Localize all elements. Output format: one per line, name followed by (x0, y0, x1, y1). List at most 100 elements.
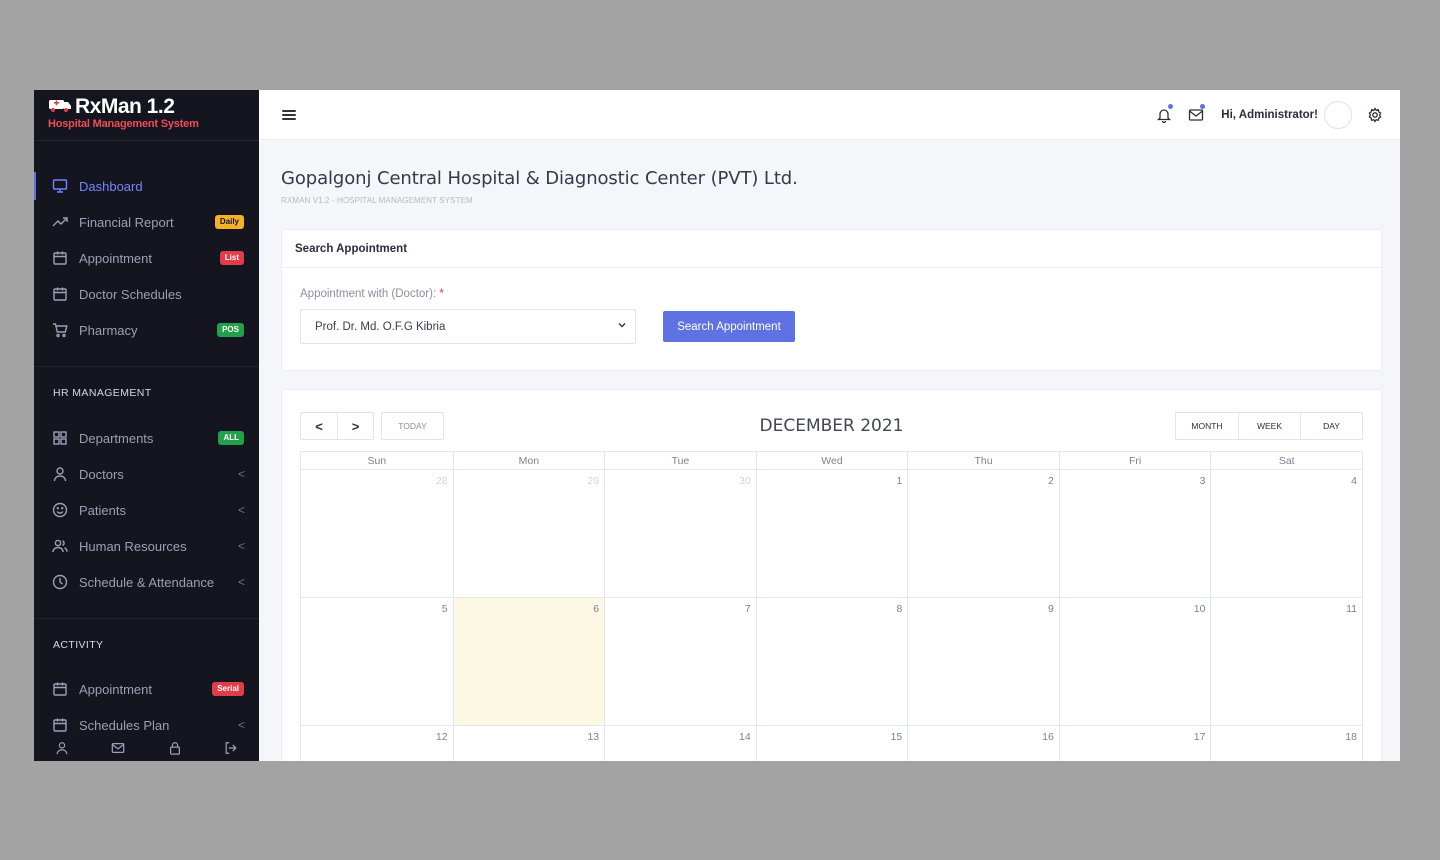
mail-icon[interactable] (111, 741, 125, 755)
day-cell[interactable]: 28 (301, 470, 453, 597)
day-cell[interactable]: 8 (755, 598, 908, 725)
chevron-left-icon: < (237, 503, 245, 517)
day-cell[interactable]: 11 (1210, 598, 1362, 725)
sidebar-item-activity-appointment[interactable]: Appointment Serial (34, 671, 259, 707)
doctor-select[interactable]: Prof. Dr. Md. O.F.G Kibria (300, 309, 636, 344)
weekday-label: Mon (452, 452, 605, 470)
topbar: Hi, Administrator! (259, 90, 1400, 140)
day-cell[interactable]: 29 (452, 470, 605, 597)
chevron-left-icon: < (237, 539, 245, 553)
search-appointment-button[interactable]: Search Appointment (663, 311, 795, 342)
sidebar-menu: Dashboard Financial Report Daily Appoint… (34, 168, 259, 743)
today-button[interactable]: TODAY (381, 412, 444, 440)
day-view-button[interactable]: DAY (1300, 413, 1362, 439)
day-cell[interactable]: 16 (907, 726, 1059, 761)
sidebar-item-label: Appointment (79, 681, 152, 697)
users-icon (52, 538, 68, 554)
day-cell[interactable]: 14 (604, 726, 756, 761)
chevron-left-icon: < (237, 718, 245, 732)
gear-icon[interactable] (1366, 106, 1384, 124)
page-subtitle: RXMAN V1.2 - HOSPITAL MANAGEMENT SYSTEM (281, 196, 473, 205)
sidebar-item-departments[interactable]: Departments ALL (34, 420, 259, 456)
calendar-grid: Sun Mon Tue Wed Thu Fri Sat 28 29 30 1 2 (300, 451, 1363, 761)
sidebar-item-patients[interactable]: Patients < (34, 492, 259, 528)
logout-icon[interactable] (224, 741, 238, 755)
day-cell[interactable]: 2 (907, 470, 1059, 597)
lock-icon[interactable] (168, 741, 182, 755)
day-cell[interactable]: 17 (1058, 726, 1211, 761)
day-cell[interactable]: 30 (604, 470, 756, 597)
bell-icon[interactable] (1155, 103, 1174, 124)
sidebar-item-schedule-attendance[interactable]: Schedule & Attendance < (34, 564, 259, 600)
sidebar-item-label: Departments (79, 430, 154, 446)
sidebar-item-appointment[interactable]: Appointment List (34, 240, 259, 276)
smile-icon (52, 502, 68, 518)
menu-toggle-icon[interactable] (282, 109, 296, 120)
serial-badge: Serial (212, 682, 244, 696)
sidebar-item-human-resources[interactable]: Human Resources < (34, 528, 259, 564)
sidebar-item-label: Schedules Plan (79, 717, 170, 733)
next-month-button[interactable]: > (337, 413, 373, 439)
view-button-group: MONTH WEEK DAY (1175, 412, 1363, 440)
monitor-icon (52, 178, 68, 194)
weekday-label: Sat (1210, 452, 1362, 470)
day-cell[interactable]: 4 (1210, 470, 1362, 597)
calendar-week: 5 6 7 8 9 10 11 (301, 598, 1362, 726)
sidebar-item-label: Human Resources (79, 538, 187, 554)
calendar-card: < > TODAY DECEMBER 2021 MONTH WEEK DAY S… (281, 389, 1382, 761)
sidebar-item-label: Financial Report (79, 214, 174, 230)
main-content: Hi, Administrator! Gopalgonj Central Hos… (259, 90, 1400, 761)
required-mark: * (439, 288, 444, 300)
sidebar-item-label: Doctor Schedules (79, 286, 182, 302)
search-appointment-card: Search Appointment Appointment with (Doc… (281, 229, 1382, 371)
sidebar-item-doctor-schedules[interactable]: Doctor Schedules (34, 276, 259, 312)
trending-up-icon (52, 214, 68, 230)
sidebar-item-label: Appointment (79, 250, 152, 266)
sidebar-item-label: Doctors (79, 466, 124, 482)
section-title-hr: HR MANAGEMENT (53, 387, 152, 399)
day-cell[interactable]: 18 (1210, 726, 1362, 761)
clock-icon (52, 574, 68, 590)
day-cell[interactable]: 9 (907, 598, 1059, 725)
sidebar-item-label: Dashboard (79, 178, 143, 194)
month-view-button[interactable]: MONTH (1176, 413, 1238, 439)
weekday-label: Tue (604, 452, 756, 470)
weekday-label: Wed (755, 452, 908, 470)
nav-button-group: < > (300, 412, 374, 440)
grid-icon (52, 430, 68, 446)
brand[interactable]: RxMan 1.2 Hospital Management System (34, 90, 259, 141)
notification-dot (1168, 103, 1174, 109)
ambulance-icon (48, 97, 72, 118)
day-cell[interactable]: 12 (301, 726, 453, 761)
day-cell[interactable]: 3 (1058, 470, 1211, 597)
sidebar-item-doctors[interactable]: Doctors < (34, 456, 259, 492)
section-title-activity: ACTIVITY (53, 639, 104, 651)
avatar[interactable] (1324, 100, 1352, 129)
prev-month-button[interactable]: < (301, 413, 337, 439)
page: Gopalgonj Central Hospital & Diagnostic … (259, 140, 1400, 761)
daily-badge: Daily (214, 215, 244, 229)
weekday-label: Sun (367, 455, 387, 467)
week-view-button[interactable]: WEEK (1238, 413, 1300, 439)
day-cell[interactable]: 13 (452, 726, 605, 761)
day-cell[interactable]: 7 (604, 598, 756, 725)
weekday-label: Thu (907, 452, 1059, 470)
weekday-label: Fri (1058, 452, 1211, 470)
day-cell[interactable]: 15 (755, 726, 908, 761)
all-badge: ALL (218, 431, 244, 445)
mail-icon[interactable] (1187, 103, 1206, 124)
sidebar-item-pharmacy[interactable]: Pharmacy POS (34, 312, 259, 348)
pos-badge: POS (217, 323, 244, 337)
sidebar-item-financial-report[interactable]: Financial Report Daily (34, 204, 259, 240)
calendar-title: DECEMBER 2021 (759, 416, 904, 436)
selected-doctor: Prof. Dr. Md. O.F.G Kibria (315, 320, 446, 333)
day-cell[interactable]: 1 (755, 470, 908, 597)
profile-icon[interactable] (55, 741, 69, 755)
day-cell[interactable]: 5 (301, 598, 453, 725)
list-badge: List (219, 251, 244, 265)
sidebar-item-dashboard[interactable]: Dashboard (34, 168, 259, 204)
user-greeting[interactable]: Hi, Administrator! (1221, 109, 1318, 121)
day-cell-today[interactable]: 6 (452, 598, 605, 725)
page-title: Gopalgonj Central Hospital & Diagnostic … (281, 168, 798, 189)
day-cell[interactable]: 10 (1058, 598, 1211, 725)
